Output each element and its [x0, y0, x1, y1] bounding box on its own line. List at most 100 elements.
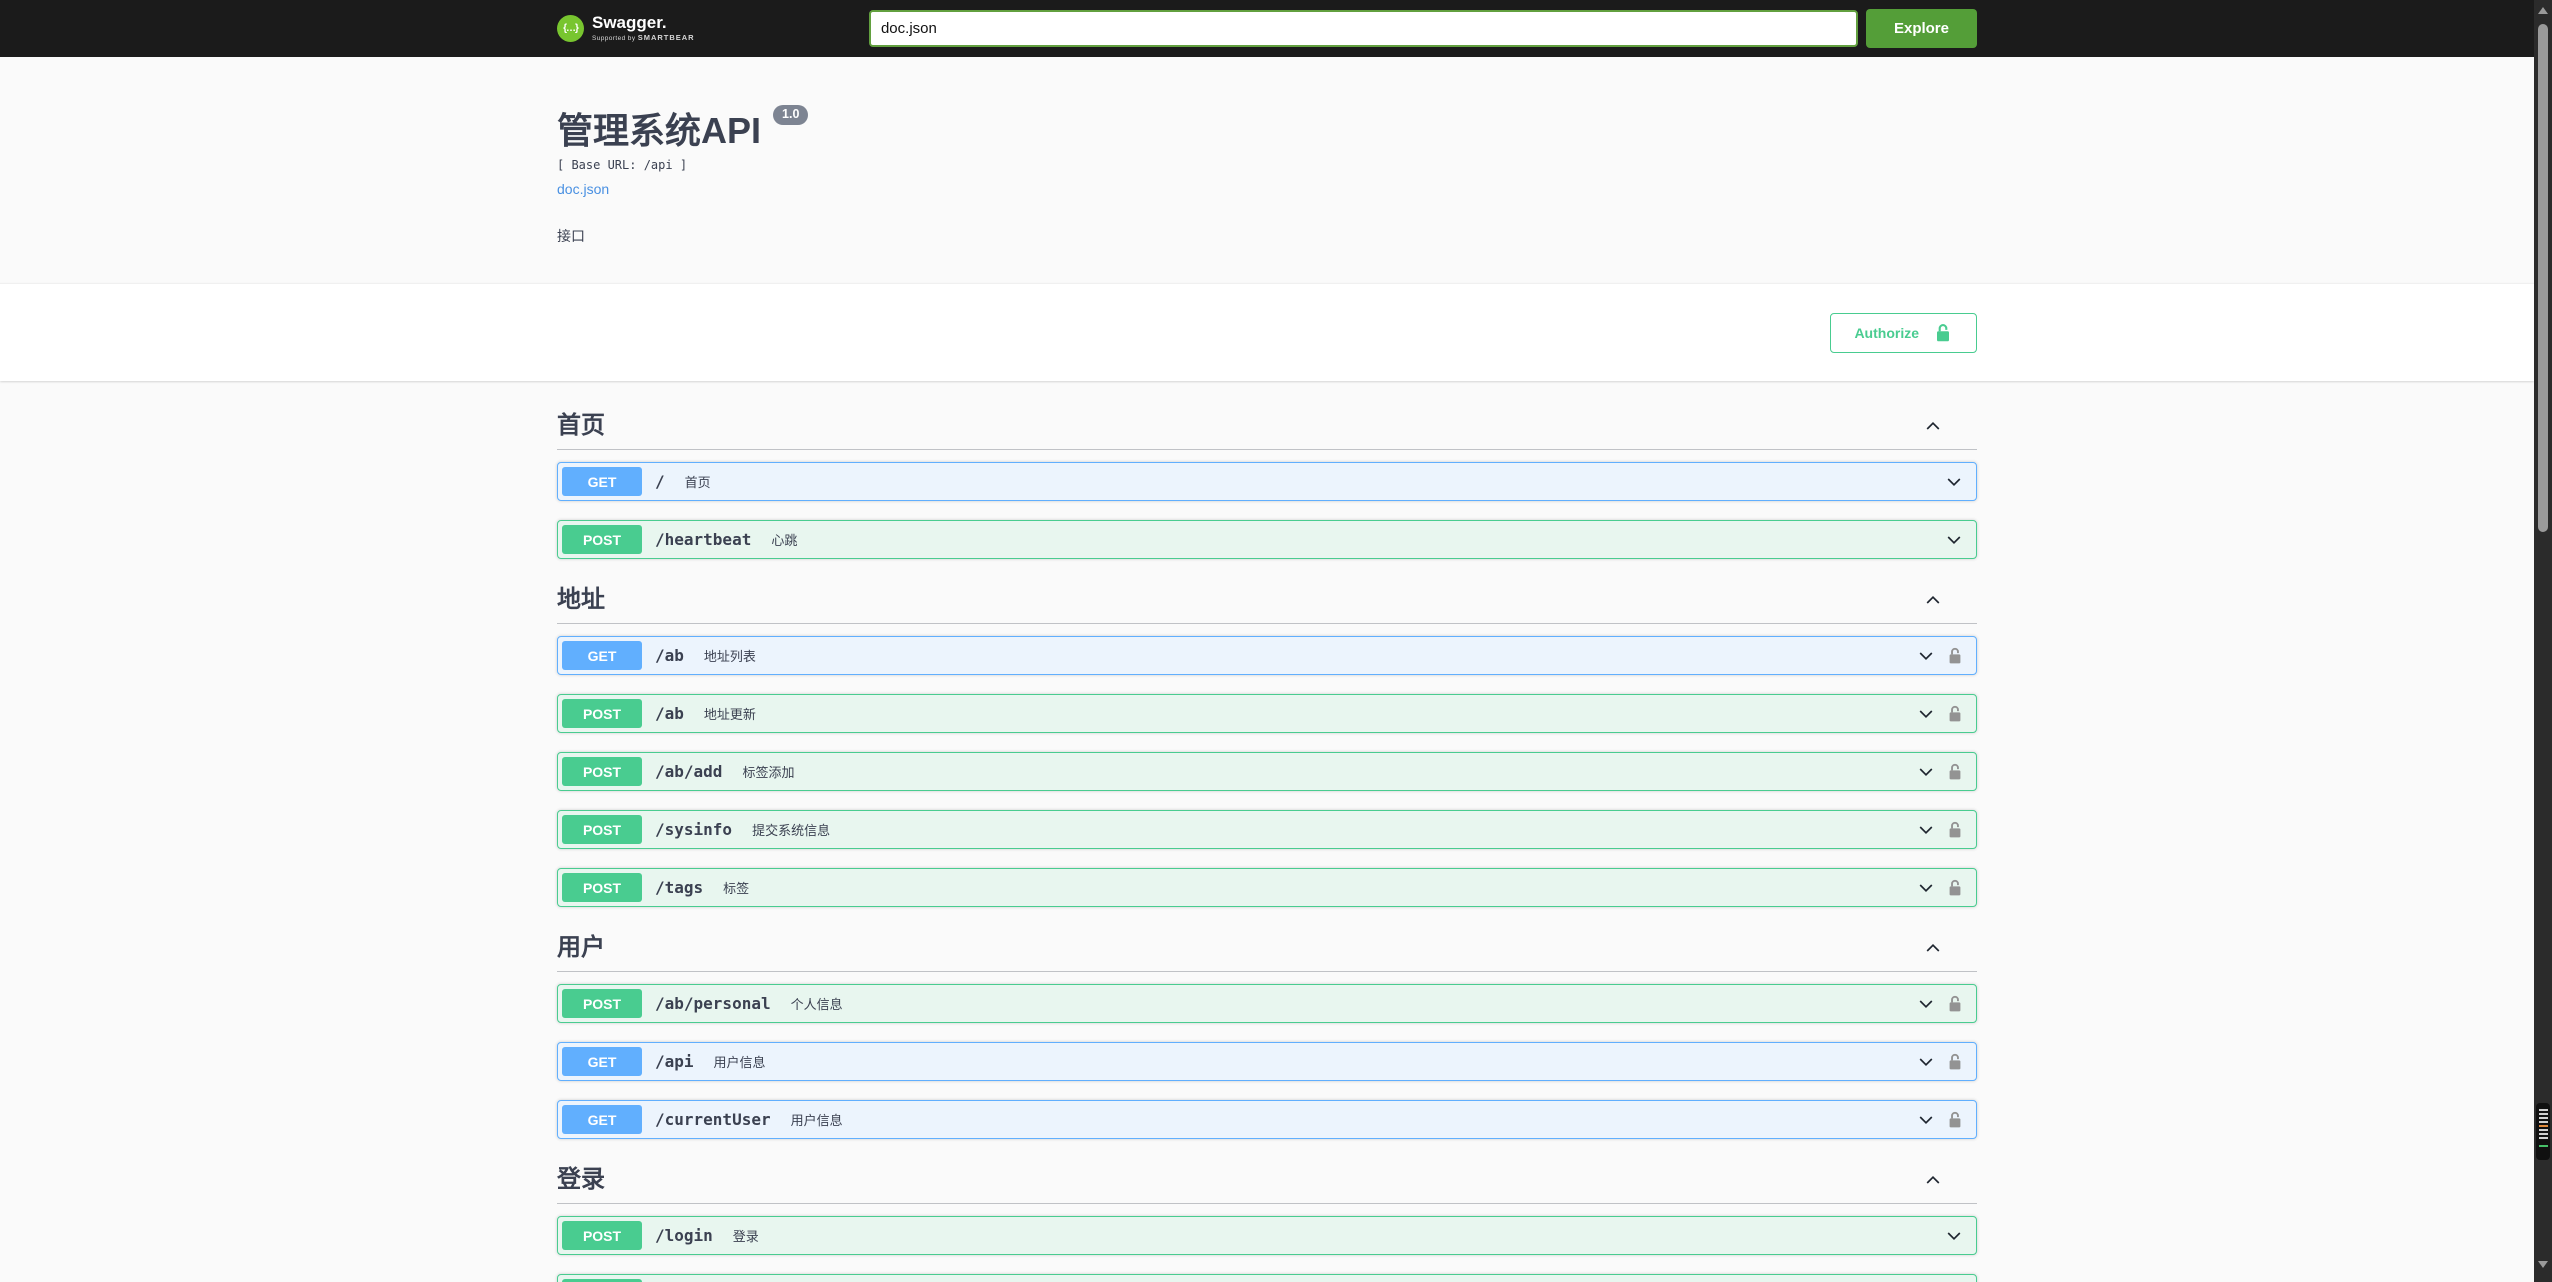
api-title-text: 管理系统API — [557, 110, 762, 151]
operation-path: /login — [655, 1226, 713, 1245]
method-badge: GET — [562, 641, 642, 670]
lock-icon[interactable] — [1946, 820, 1964, 839]
lock-icon[interactable] — [1946, 1052, 1964, 1071]
chevron-down-icon[interactable] — [1916, 994, 1936, 1014]
operation-path: /sysinfo — [655, 820, 733, 839]
operation-summary: 用户信息 — [790, 1113, 843, 1128]
api-info-section: 管理系统API 1.0 [ Base URL: /api ] doc.json … — [0, 57, 2534, 283]
method-badge: GET — [562, 1105, 642, 1134]
operation-path: /ab — [655, 646, 684, 665]
lock-icon[interactable] — [1946, 646, 1964, 665]
operation-summary: 登录 — [732, 1229, 759, 1244]
operation-path: / — [655, 472, 665, 491]
spec-link[interactable]: doc.json — [557, 181, 609, 197]
method-badge: POST — [562, 699, 642, 728]
operation-row[interactable]: POST /loginstatus 登录状态 — [557, 1274, 1977, 1282]
operation-row[interactable]: GET /currentUser 用户信息 — [557, 1100, 1977, 1139]
spec-url-form: Explore — [868, 9, 1977, 48]
chevron-down-icon[interactable] — [1916, 704, 1936, 724]
operation-row[interactable]: POST /tags 标签 — [557, 868, 1977, 907]
lock-icon[interactable] — [1946, 994, 1964, 1013]
chevron-down-icon[interactable] — [1944, 472, 1964, 492]
chevron-up-icon[interactable] — [1923, 1170, 1943, 1190]
tag-header[interactable]: 地址 — [557, 585, 1977, 624]
api-tag-section: 登录 POST /login 登录 POST /loginstatus 登录状态 — [557, 1165, 1977, 1282]
scheme-container: Authorize — [0, 283, 2534, 381]
scrollbar-down-arrow[interactable] — [2538, 1261, 2548, 1268]
api-title: 管理系统API 1.0 — [557, 105, 1977, 151]
operation-row[interactable]: GET /api 用户信息 — [557, 1042, 1977, 1081]
operation-summary: 地址列表 — [703, 649, 756, 664]
operation-path: /ab — [655, 704, 684, 723]
chevron-up-icon[interactable] — [1923, 416, 1943, 436]
api-description: 接口 — [557, 227, 585, 244]
chevron-down-icon[interactable] — [1944, 530, 1964, 550]
operation-summary: 地址更新 — [703, 707, 756, 722]
chevron-down-icon[interactable] — [1916, 646, 1936, 666]
base-url: [ Base URL: /api ] — [557, 157, 688, 172]
chevron-down-icon[interactable] — [1916, 1052, 1936, 1072]
operation-row[interactable]: POST /ab/add 标签添加 — [557, 752, 1977, 791]
section-operations: GET / 首页 POST /heartbeat 心跳 — [557, 462, 1977, 559]
operation-summary: 个人信息 — [790, 997, 843, 1012]
operation-summary: 提交系统信息 — [752, 823, 831, 838]
operation-path: /ab/add — [655, 762, 723, 781]
section-operations: POST /login 登录 POST /loginstatus 登录状态 — [557, 1216, 1977, 1282]
lock-icon[interactable] — [1946, 704, 1964, 723]
authorize-button[interactable]: Authorize — [1830, 312, 1977, 353]
operation-row[interactable]: POST /ab 地址更新 — [557, 694, 1977, 733]
operation-path: /heartbeat — [655, 530, 752, 549]
scrollbar-up-arrow[interactable] — [2538, 7, 2548, 14]
chevron-down-icon[interactable] — [1916, 1110, 1936, 1130]
browser-scrollbar[interactable] — [2534, 0, 2552, 1282]
topbar: {…} Swagger. Supported by SMARTBEAR Expl… — [0, 0, 2534, 57]
operation-row[interactable]: GET / 首页 — [557, 462, 1977, 501]
chevron-down-icon[interactable] — [1916, 878, 1936, 898]
operation-row[interactable]: POST /login 登录 — [557, 1216, 1977, 1255]
authorize-label: Authorize — [1854, 324, 1919, 341]
operation-path: /currentUser — [655, 1110, 771, 1129]
chevron-down-icon[interactable] — [1916, 820, 1936, 840]
operation-summary: 首页 — [684, 475, 711, 490]
tag-header[interactable]: 首页 — [557, 411, 1977, 450]
explore-button[interactable]: Explore — [1865, 9, 1977, 48]
operation-path: /api — [655, 1052, 694, 1071]
lock-icon[interactable] — [1946, 1110, 1964, 1129]
operation-row[interactable]: POST /ab/personal 个人信息 — [557, 984, 1977, 1023]
method-badge: GET — [562, 1047, 642, 1076]
method-badge: POST — [562, 989, 642, 1018]
scrollbar-minimap — [2536, 1103, 2550, 1160]
method-badge: POST — [562, 1221, 642, 1250]
swagger-logo-icon: {…} — [557, 15, 584, 42]
operation-row[interactable]: POST /sysinfo 提交系统信息 — [557, 810, 1977, 849]
method-badge: POST — [562, 525, 642, 554]
operation-row[interactable]: POST /heartbeat 心跳 — [557, 520, 1977, 559]
chevron-down-icon[interactable] — [1944, 1226, 1964, 1246]
swagger-wordmark: Swagger. — [592, 13, 667, 33]
lock-icon[interactable] — [1946, 878, 1964, 897]
operation-summary: 标签添加 — [742, 765, 795, 780]
section-title: 首页 — [557, 412, 605, 439]
chevron-up-icon[interactable] — [1923, 938, 1943, 958]
version-badge: 1.0 — [773, 105, 809, 125]
swagger-logo[interactable]: {…} Swagger. Supported by SMARTBEAR — [557, 14, 695, 43]
spec-url-input[interactable] — [868, 10, 1858, 47]
section-title: 用户 — [557, 934, 605, 961]
method-badge: POST — [562, 815, 642, 844]
method-badge: GET — [562, 467, 642, 496]
method-badge: POST — [562, 757, 642, 786]
operation-summary: 心跳 — [771, 533, 798, 548]
api-tag-section: 用户 POST /ab/personal 个人信息 GET /api 用户信息 … — [557, 933, 1977, 1139]
operation-path: /ab/personal — [655, 994, 771, 1013]
section-title: 地址 — [557, 586, 605, 613]
smartbear-tagline: Supported by SMARTBEAR — [592, 33, 695, 43]
lock-icon[interactable] — [1946, 762, 1964, 781]
section-title: 登录 — [557, 1166, 605, 1193]
chevron-down-icon[interactable] — [1916, 762, 1936, 782]
chevron-up-icon[interactable] — [1923, 590, 1943, 610]
operation-row[interactable]: GET /ab 地址列表 — [557, 636, 1977, 675]
scrollbar-thumb[interactable] — [2538, 24, 2548, 532]
tag-header[interactable]: 登录 — [557, 1165, 1977, 1204]
tag-header[interactable]: 用户 — [557, 933, 1977, 972]
api-tag-section: 地址 GET /ab 地址列表 POST /ab 地址更新 POST /ab/a… — [557, 585, 1977, 907]
